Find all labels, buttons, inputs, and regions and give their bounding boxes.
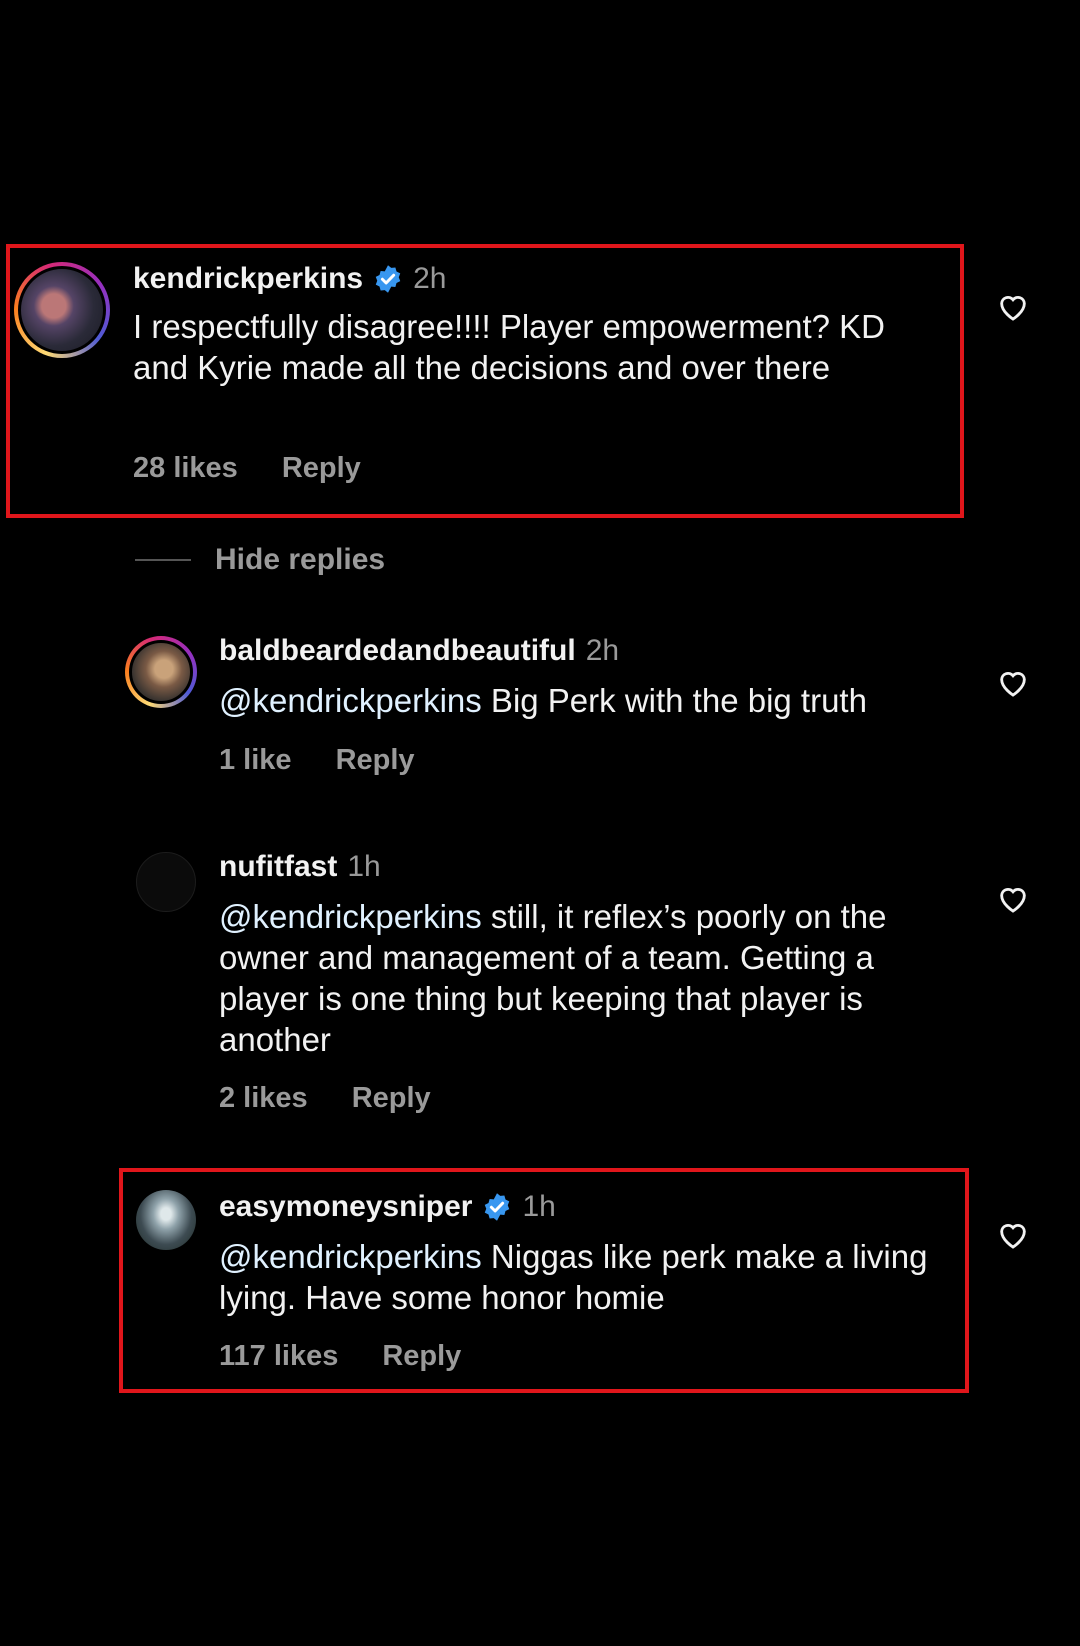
likes-count[interactable]: 117 likes [219, 1340, 338, 1373]
divider-line [135, 559, 191, 561]
heart-icon[interactable] [996, 1218, 1030, 1252]
username[interactable]: baldbeardedandbeautiful [219, 634, 576, 668]
comment-text: @kendrickperkins still, it reflex’s poor… [219, 898, 887, 1058]
likes-count[interactable]: 28 likes [133, 452, 238, 485]
likes-count[interactable]: 1 like [219, 744, 292, 777]
reply-button[interactable]: Reply [282, 452, 361, 485]
avatar[interactable] [136, 852, 196, 912]
avatar[interactable] [14, 262, 110, 358]
username[interactable]: kendrickperkins [133, 262, 363, 296]
heart-icon[interactable] [996, 666, 1030, 700]
avatar[interactable] [136, 1190, 196, 1250]
reply-button[interactable]: Reply [352, 1082, 431, 1115]
hide-replies-button[interactable]: Hide replies [135, 543, 385, 577]
reply-button[interactable]: Reply [336, 744, 415, 777]
comment-text: @kendrickperkins Niggas like perk make a… [219, 1238, 928, 1316]
comment-text: I respectfully disagree!!!! Player empow… [133, 308, 885, 386]
heart-icon[interactable] [996, 882, 1030, 916]
timestamp: 1h [522, 1190, 556, 1223]
mention-link[interactable]: @kendrickperkins [219, 898, 482, 935]
heart-icon[interactable] [996, 290, 1030, 324]
username[interactable]: easymoneysniper [219, 1190, 472, 1224]
verified-badge-icon [485, 1193, 510, 1221]
mention-link[interactable]: @kendrickperkins [219, 682, 482, 719]
comment-text: @kendrickperkins Big Perk with the big t… [219, 682, 867, 719]
mention-link[interactable]: @kendrickperkins [219, 1238, 482, 1275]
verified-badge-icon [375, 265, 401, 293]
likes-count[interactable]: 2 likes [219, 1082, 308, 1115]
username[interactable]: nufitfast [219, 850, 337, 884]
timestamp: 2h [585, 634, 620, 667]
reply-button[interactable]: Reply [382, 1340, 461, 1373]
timestamp: 2h [413, 262, 447, 295]
timestamp: 1h [347, 850, 381, 883]
avatar[interactable] [125, 636, 197, 708]
